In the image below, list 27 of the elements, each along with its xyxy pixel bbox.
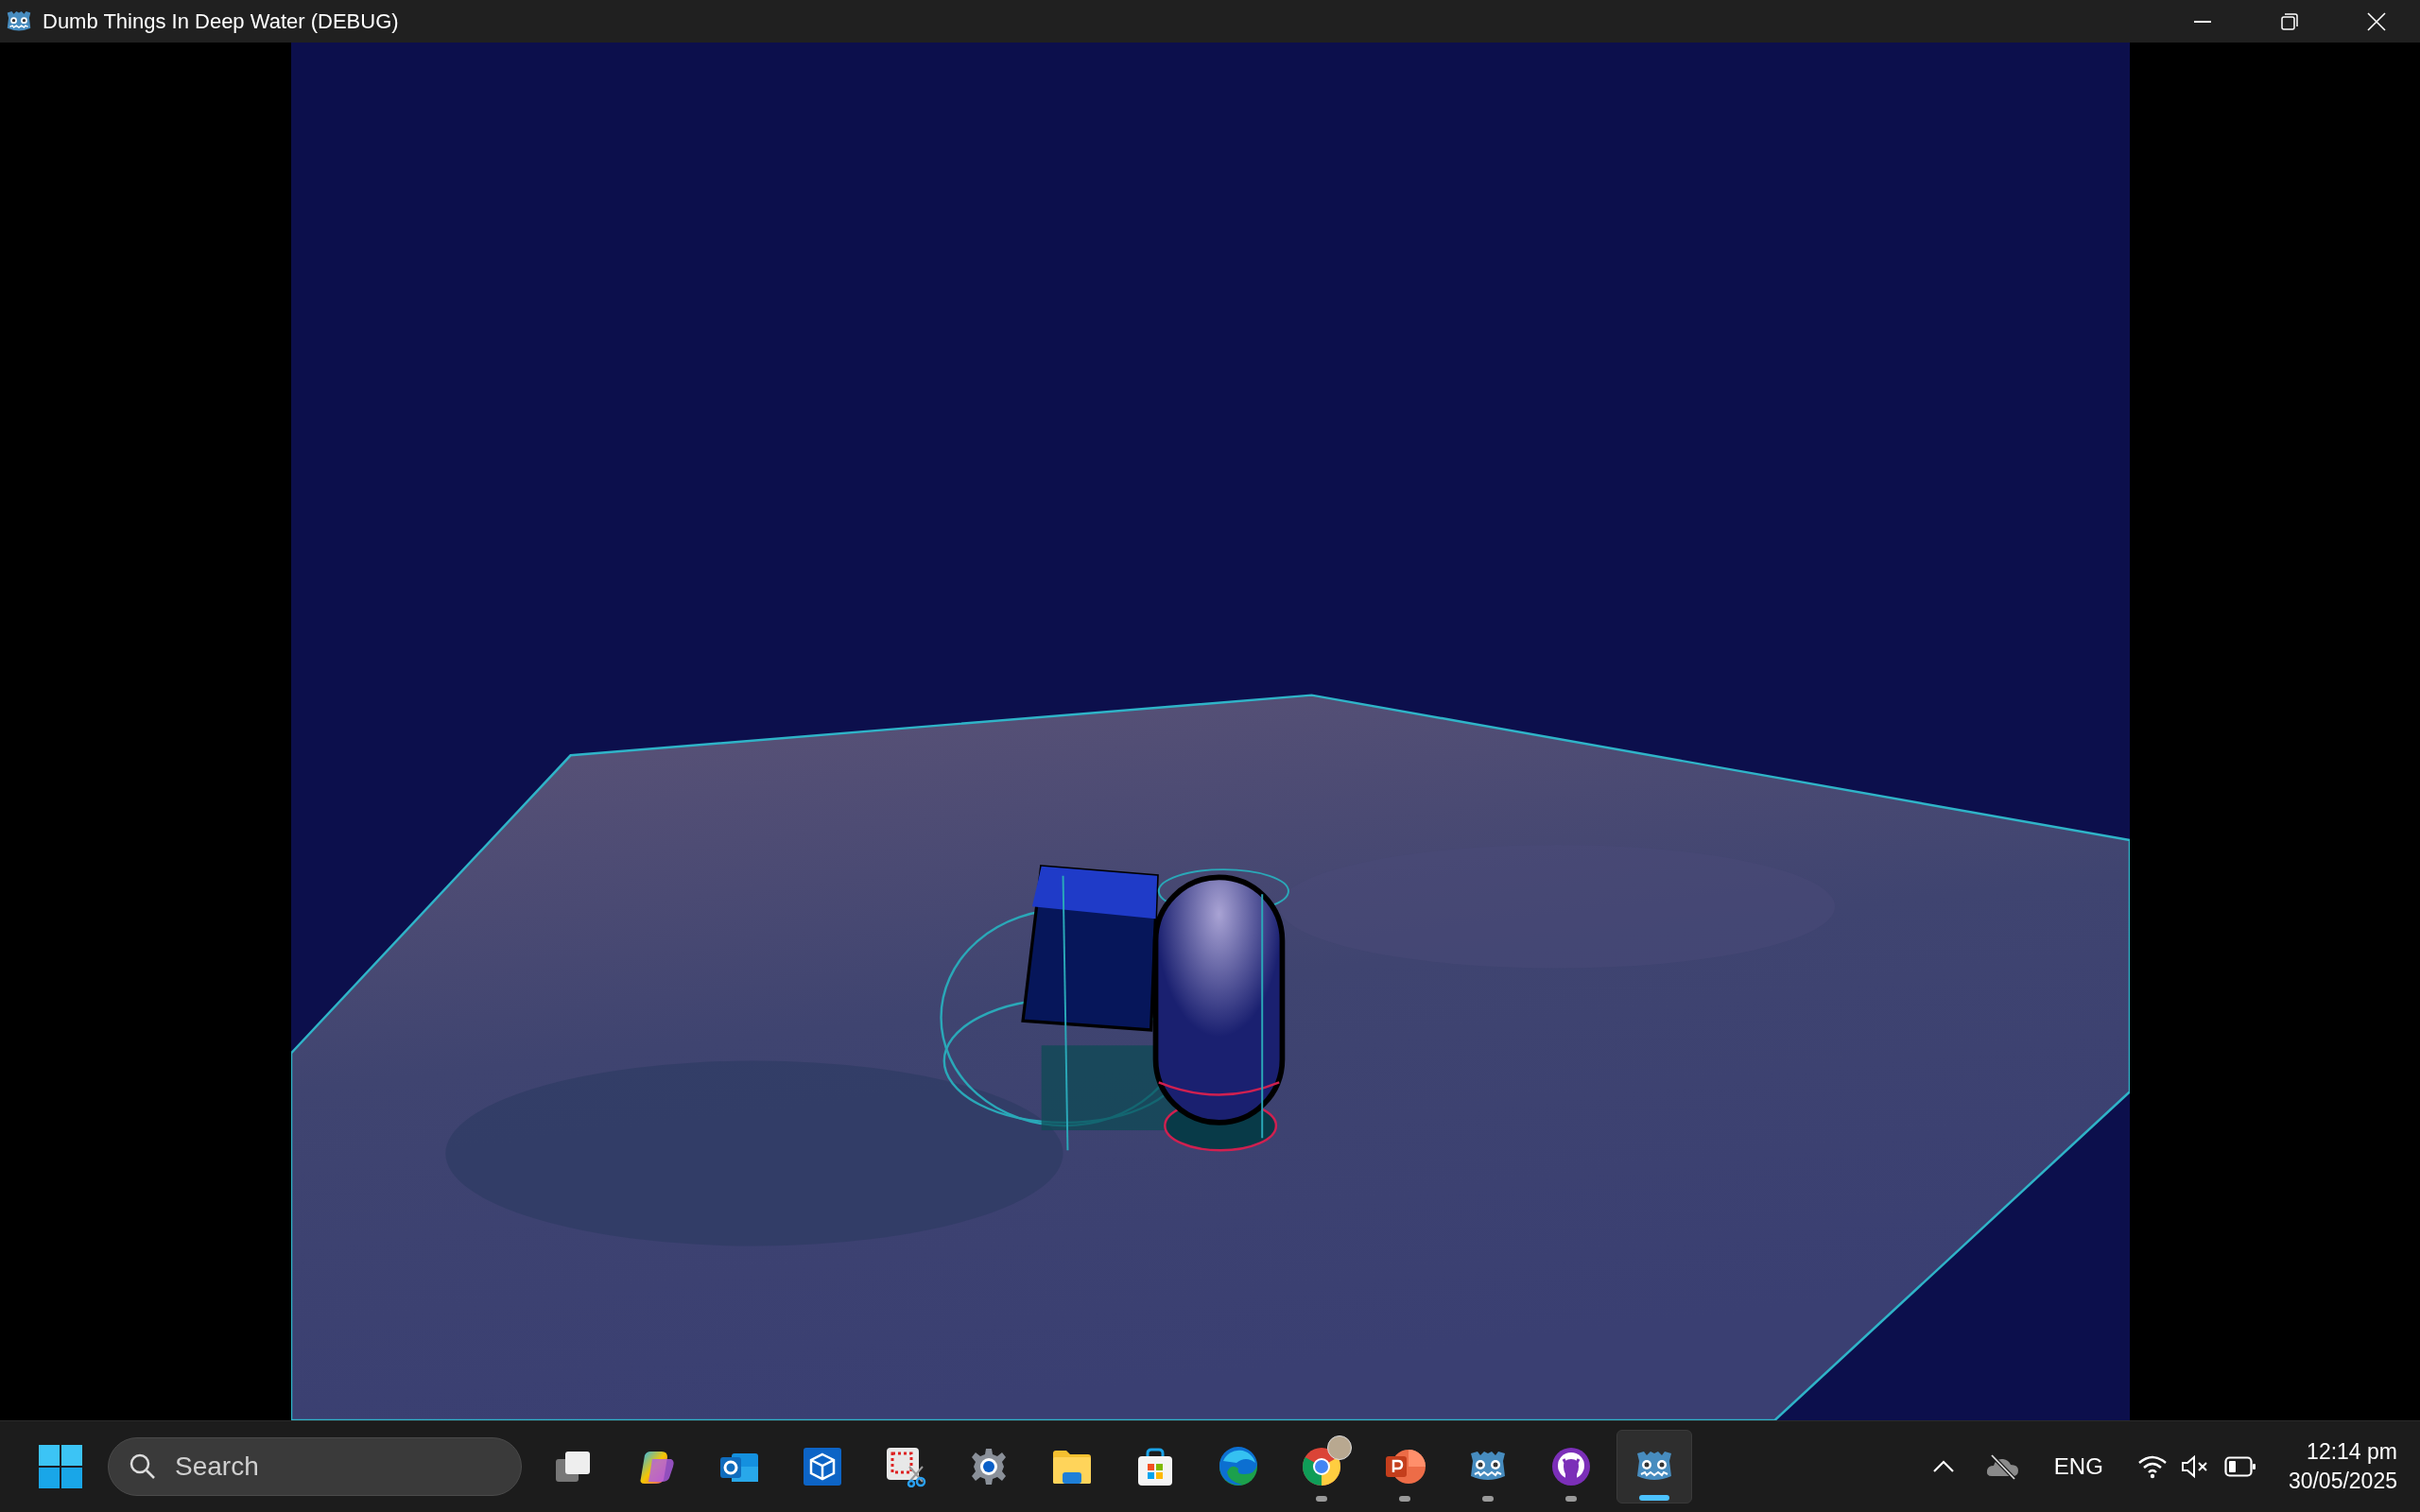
- search-field[interactable]: Search: [108, 1437, 522, 1496]
- running-indicator: [1316, 1496, 1327, 1502]
- language-indicator[interactable]: ENG: [2053, 1450, 2103, 1484]
- clock-time: 12:14 pm: [2307, 1438, 2397, 1466]
- windows-logo-icon: [39, 1445, 82, 1488]
- taskbar-app-button[interactable]: [1616, 1430, 1692, 1503]
- cloud-off-icon: [1985, 1453, 2020, 1480]
- clock-date: 30/05/2025: [2288, 1468, 2397, 1495]
- wifi-icon: [2136, 1454, 2168, 1479]
- running-indicator: [1565, 1496, 1577, 1502]
- battery-icon: [2223, 1455, 2256, 1478]
- running-indicator: [1482, 1496, 1494, 1502]
- octocat-icon: [1550, 1446, 1592, 1487]
- wave-logo-icon: [1218, 1446, 1259, 1487]
- chevron-up-icon: [1931, 1460, 1955, 1473]
- search-icon: [129, 1452, 157, 1481]
- profile-avatar: [1327, 1435, 1352, 1460]
- restore-icon: [2281, 12, 2298, 30]
- clock-button[interactable]: 12:14 pm 30/05/2025: [2288, 1437, 2397, 1496]
- running-indicator: [1399, 1496, 1410, 1502]
- window-title: Dumb Things In Deep Water (DEBUG): [43, 9, 399, 35]
- cube-icon: [802, 1446, 843, 1487]
- running-indicator: [1639, 1495, 1669, 1501]
- browser-logo-icon: [1301, 1446, 1342, 1487]
- minimize-icon: [2194, 20, 2211, 23]
- close-icon: [2367, 11, 2386, 31]
- scissors-icon: [885, 1446, 926, 1487]
